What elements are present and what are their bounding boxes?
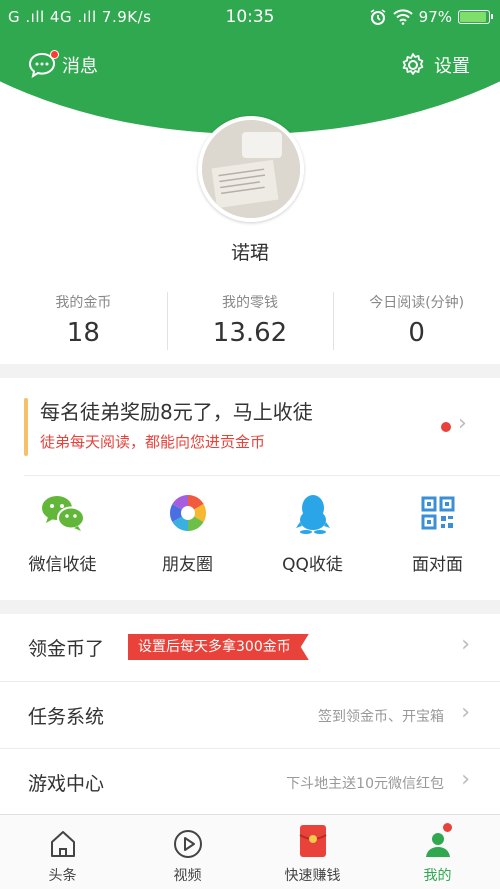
settings-button[interactable]: 设置 [400, 52, 470, 78]
wechat-icon [41, 496, 85, 531]
stat-value: 18 [66, 318, 100, 348]
stat-coins[interactable]: 我的金币 18 [0, 290, 167, 354]
list-item-hint: 下斗地主送10元微信红包 [286, 776, 444, 792]
stat-label: 我的金币 [55, 295, 112, 311]
tab-label: 我的 [423, 868, 452, 884]
invite-promo-banner[interactable]: 每名徒弟奖励8元了，马上收徒 徒弟每天阅读，都能向您进贡金币 › [24, 394, 484, 456]
stat-value: 13.62 [212, 318, 288, 348]
share-options: 微信收徒 朋友圈 QQ收徒 面对面 [0, 490, 500, 575]
avatar-photo [202, 120, 300, 218]
battery-icon [458, 10, 493, 24]
tab-label: 头条 [48, 868, 77, 884]
qq-icon [295, 495, 330, 534]
list-item-games[interactable]: 游戏中心 下斗地主送10元微信红包 › [0, 748, 500, 815]
tab-label: 快速赚钱 [284, 868, 341, 884]
red-envelope-icon [298, 825, 327, 857]
stat-reading-time[interactable]: 今日阅读(分钟) 0 [333, 290, 500, 354]
promo-subtitle: 徒弟每天阅读，都能向您进贡金币 [40, 433, 266, 451]
play-icon [173, 830, 202, 858]
chevron-right-icon: › [458, 411, 467, 436]
messages-label: 消息 [62, 56, 98, 77]
settings-label: 设置 [434, 56, 470, 77]
share-qq[interactable]: QQ收徒 [250, 490, 375, 575]
list-item-coins[interactable]: 领金币了 设置后每天多拿300金币 › [0, 614, 500, 681]
promo-accent-bar [24, 398, 28, 456]
list-item-title: 领金币了 [28, 638, 105, 660]
qrcode-icon [421, 496, 454, 530]
profile-icon [425, 833, 450, 857]
messages-button[interactable]: 消息 [28, 50, 98, 78]
tab-headlines[interactable]: 头条 [0, 815, 125, 889]
status-icons: 97% [369, 8, 493, 26]
promo-title: 每名徒弟奖励8元了，马上收徒 [40, 400, 313, 424]
share-label: 朋友圈 [162, 555, 213, 575]
battery-percent: 97% [418, 8, 452, 26]
gear-icon [402, 53, 424, 75]
stat-change[interactable]: 我的零钱 13.62 [166, 290, 334, 354]
alarm-icon [370, 9, 386, 25]
coins-promo-tag: 设置后每天多拿300金币 [128, 634, 309, 660]
list-item-title: 任务系统 [28, 706, 105, 728]
share-face-to-face[interactable]: 面对面 [375, 490, 500, 575]
list-item-tasks[interactable]: 任务系统 签到领金币、开宝箱 › [0, 681, 500, 748]
unread-dot [50, 50, 59, 59]
moments-icon [169, 495, 206, 531]
stat-label: 我的零钱 [222, 295, 278, 311]
chevron-right-icon: › [461, 632, 470, 657]
list-item-title: 游戏中心 [28, 773, 105, 795]
feature-list: 领金币了 设置后每天多拿300金币 › 任务系统 签到领金币、开宝箱 › 游戏中… [0, 614, 500, 814]
profile-header: 消息 设置 诺珺 我的金币 18 我的零钱 13.62 今日阅读(分钟) 0 [0, 34, 500, 364]
chevron-right-icon: › [461, 767, 470, 792]
stat-value: 0 [408, 318, 425, 348]
stat-label: 今日阅读(分钟) [369, 295, 465, 311]
list-item-hint: 签到领金币、开宝箱 [318, 709, 444, 725]
share-moments[interactable]: 朋友圈 [125, 490, 250, 575]
share-label: QQ收徒 [282, 555, 343, 575]
invite-card: 每名徒弟奖励8元了，马上收徒 徒弟每天阅读，都能向您进贡金币 › 微信收徒 朋友… [0, 378, 500, 600]
tab-me[interactable]: 我的 [375, 815, 500, 889]
tab-video[interactable]: 视频 [125, 815, 250, 889]
chevron-right-icon: › [461, 700, 470, 725]
tab-label: 视频 [173, 868, 202, 884]
notification-dot [443, 823, 452, 832]
wifi-icon [392, 9, 413, 25]
status-bar: G .ıll 4G .ıll 7.9K/s 10:35 97% [0, 0, 500, 34]
share-wechat[interactable]: 微信收徒 [0, 490, 125, 575]
avatar[interactable] [198, 116, 304, 222]
share-label: 面对面 [412, 555, 463, 575]
bottom-tab-bar: 头条 视频 快速赚钱 我的 [0, 814, 500, 889]
divider [24, 475, 500, 476]
home-icon [50, 831, 75, 857]
tab-quick-earn[interactable]: 快速赚钱 [250, 815, 375, 889]
stats-row: 我的金币 18 我的零钱 13.62 今日阅读(分钟) 0 [0, 290, 500, 354]
share-label: 微信收徒 [28, 555, 97, 575]
promo-red-dot [441, 422, 451, 432]
username: 诺珺 [230, 242, 269, 264]
